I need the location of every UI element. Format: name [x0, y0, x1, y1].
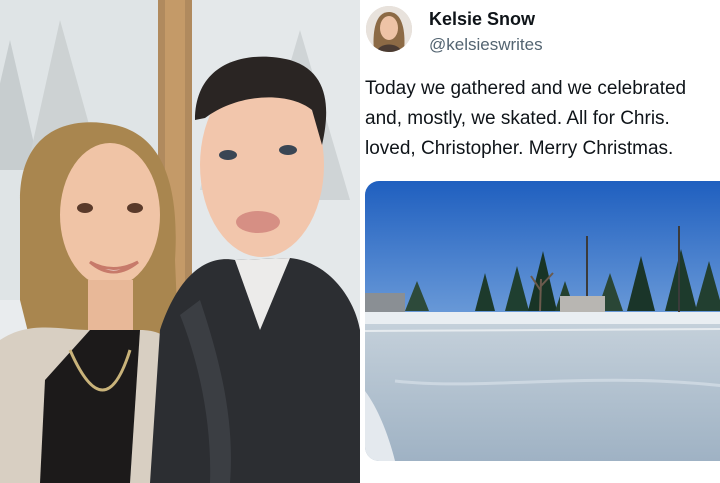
- avatar-icon: [366, 6, 412, 52]
- avatar[interactable]: [366, 6, 412, 52]
- tweet-text-line: Today we gathered and we celebrated: [365, 78, 687, 99]
- tweet-text-line: and, mostly, we skated. All for Chris.: [365, 108, 670, 129]
- selfie-photo: [0, 0, 360, 483]
- selfie-image: [0, 0, 360, 483]
- tweet-text: Today we gathered and we celebrated and,…: [365, 74, 720, 164]
- display-name[interactable]: Kelsie Snow: [429, 9, 535, 30]
- user-handle[interactable]: @kelsieswrites: [429, 35, 543, 55]
- ice-rink-image: [365, 181, 720, 461]
- tweet-card: Kelsie Snow @kelsieswrites Today we gath…: [360, 0, 720, 483]
- tweet-text-line: loved, Christopher. Merry Christmas.: [365, 138, 674, 159]
- tweet-media[interactable]: [365, 181, 720, 461]
